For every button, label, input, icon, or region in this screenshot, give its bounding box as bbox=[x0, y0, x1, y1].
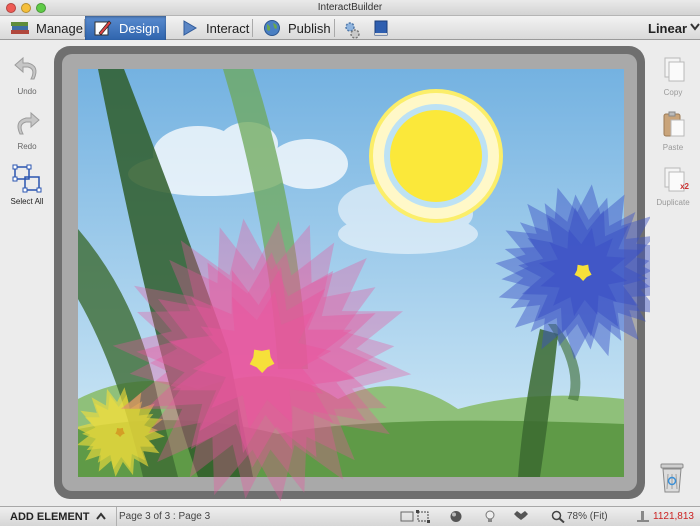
redo-icon bbox=[12, 109, 42, 139]
trash-icon bbox=[658, 462, 686, 494]
undo-button[interactable]: Undo bbox=[2, 54, 52, 96]
globe-icon bbox=[262, 19, 282, 37]
tab-interact[interactable]: Interact bbox=[172, 16, 252, 40]
sphere-icon[interactable] bbox=[449, 510, 463, 523]
paste-button[interactable]: Paste bbox=[648, 110, 698, 152]
tab-interact-label: Interact bbox=[206, 20, 250, 36]
copy-button[interactable]: Copy bbox=[648, 55, 698, 97]
pencil-icon bbox=[93, 19, 113, 37]
magnifier-icon[interactable] bbox=[551, 510, 565, 524]
window-title: InteractBuilder bbox=[317, 2, 383, 13]
zoom-window-button[interactable] bbox=[36, 3, 46, 13]
add-element-button[interactable]: ADD ELEMENT bbox=[0, 507, 118, 526]
tab-design-label: Design bbox=[119, 20, 160, 36]
crop-icon[interactable] bbox=[416, 510, 430, 523]
status-bar: ADD ELEMENT Page 3 of 3 : Page 3 78% (Fi… bbox=[0, 506, 700, 526]
tab-manage[interactable]: Manage bbox=[2, 16, 83, 40]
duplicate-badge: x2 bbox=[680, 182, 689, 191]
minimize-window-button[interactable] bbox=[21, 3, 31, 13]
chevron-down-icon bbox=[690, 22, 700, 34]
close-window-button[interactable] bbox=[6, 3, 16, 13]
duplicate-button[interactable]: x2 Duplicate bbox=[648, 165, 698, 207]
tab-publish-label: Publish bbox=[288, 20, 331, 36]
settings-button[interactable] bbox=[337, 16, 367, 40]
chevron-up-icon bbox=[96, 511, 107, 523]
tab-design[interactable]: Design bbox=[85, 16, 166, 40]
toolbar-divider bbox=[252, 19, 253, 37]
select-all-label: Select All bbox=[10, 197, 44, 206]
play-icon bbox=[180, 19, 200, 37]
library-button[interactable] bbox=[368, 16, 394, 40]
copy-label: Copy bbox=[663, 88, 683, 97]
gear-icon bbox=[341, 19, 361, 39]
main-toolbar: Manage Design Interact Publish Linear bbox=[0, 16, 700, 40]
ruler-icon bbox=[636, 510, 650, 523]
lightbulb-icon[interactable] bbox=[483, 510, 497, 523]
mode-label: Linear bbox=[648, 20, 688, 36]
add-element-label: ADD ELEMENT bbox=[10, 510, 90, 523]
select-all-button[interactable]: Select All bbox=[2, 164, 52, 206]
mode-dropdown[interactable]: Linear bbox=[642, 16, 700, 40]
sun bbox=[369, 89, 503, 223]
design-canvas[interactable] bbox=[78, 69, 624, 477]
book-icon bbox=[372, 19, 390, 37]
undo-label: Undo bbox=[17, 87, 37, 96]
duplicate-label: Duplicate bbox=[656, 198, 690, 207]
page-status: Page 3 of 3 : Page 3 bbox=[119, 511, 211, 522]
trash-button[interactable] bbox=[655, 462, 689, 497]
cursor-coordinates: 1121,813 bbox=[653, 511, 694, 522]
undo-icon bbox=[12, 54, 42, 84]
books-icon bbox=[10, 19, 30, 37]
tab-publish[interactable]: Publish bbox=[254, 16, 334, 40]
toolbar-divider bbox=[334, 19, 335, 37]
frame-icon[interactable] bbox=[400, 510, 414, 523]
clipboard-icon bbox=[658, 110, 688, 140]
title-bar: InteractBuilder bbox=[0, 0, 700, 16]
copy-icon bbox=[658, 55, 688, 85]
zoom-level[interactable]: 78% (Fit) bbox=[567, 511, 608, 522]
redo-button[interactable]: Redo bbox=[2, 109, 52, 151]
paste-label: Paste bbox=[662, 143, 684, 152]
duplicate-icon: x2 bbox=[658, 165, 689, 195]
tab-manage-label: Manage bbox=[36, 20, 83, 36]
dropbox-icon[interactable] bbox=[514, 510, 528, 523]
select-all-icon bbox=[12, 164, 42, 194]
redo-label: Redo bbox=[17, 142, 37, 151]
